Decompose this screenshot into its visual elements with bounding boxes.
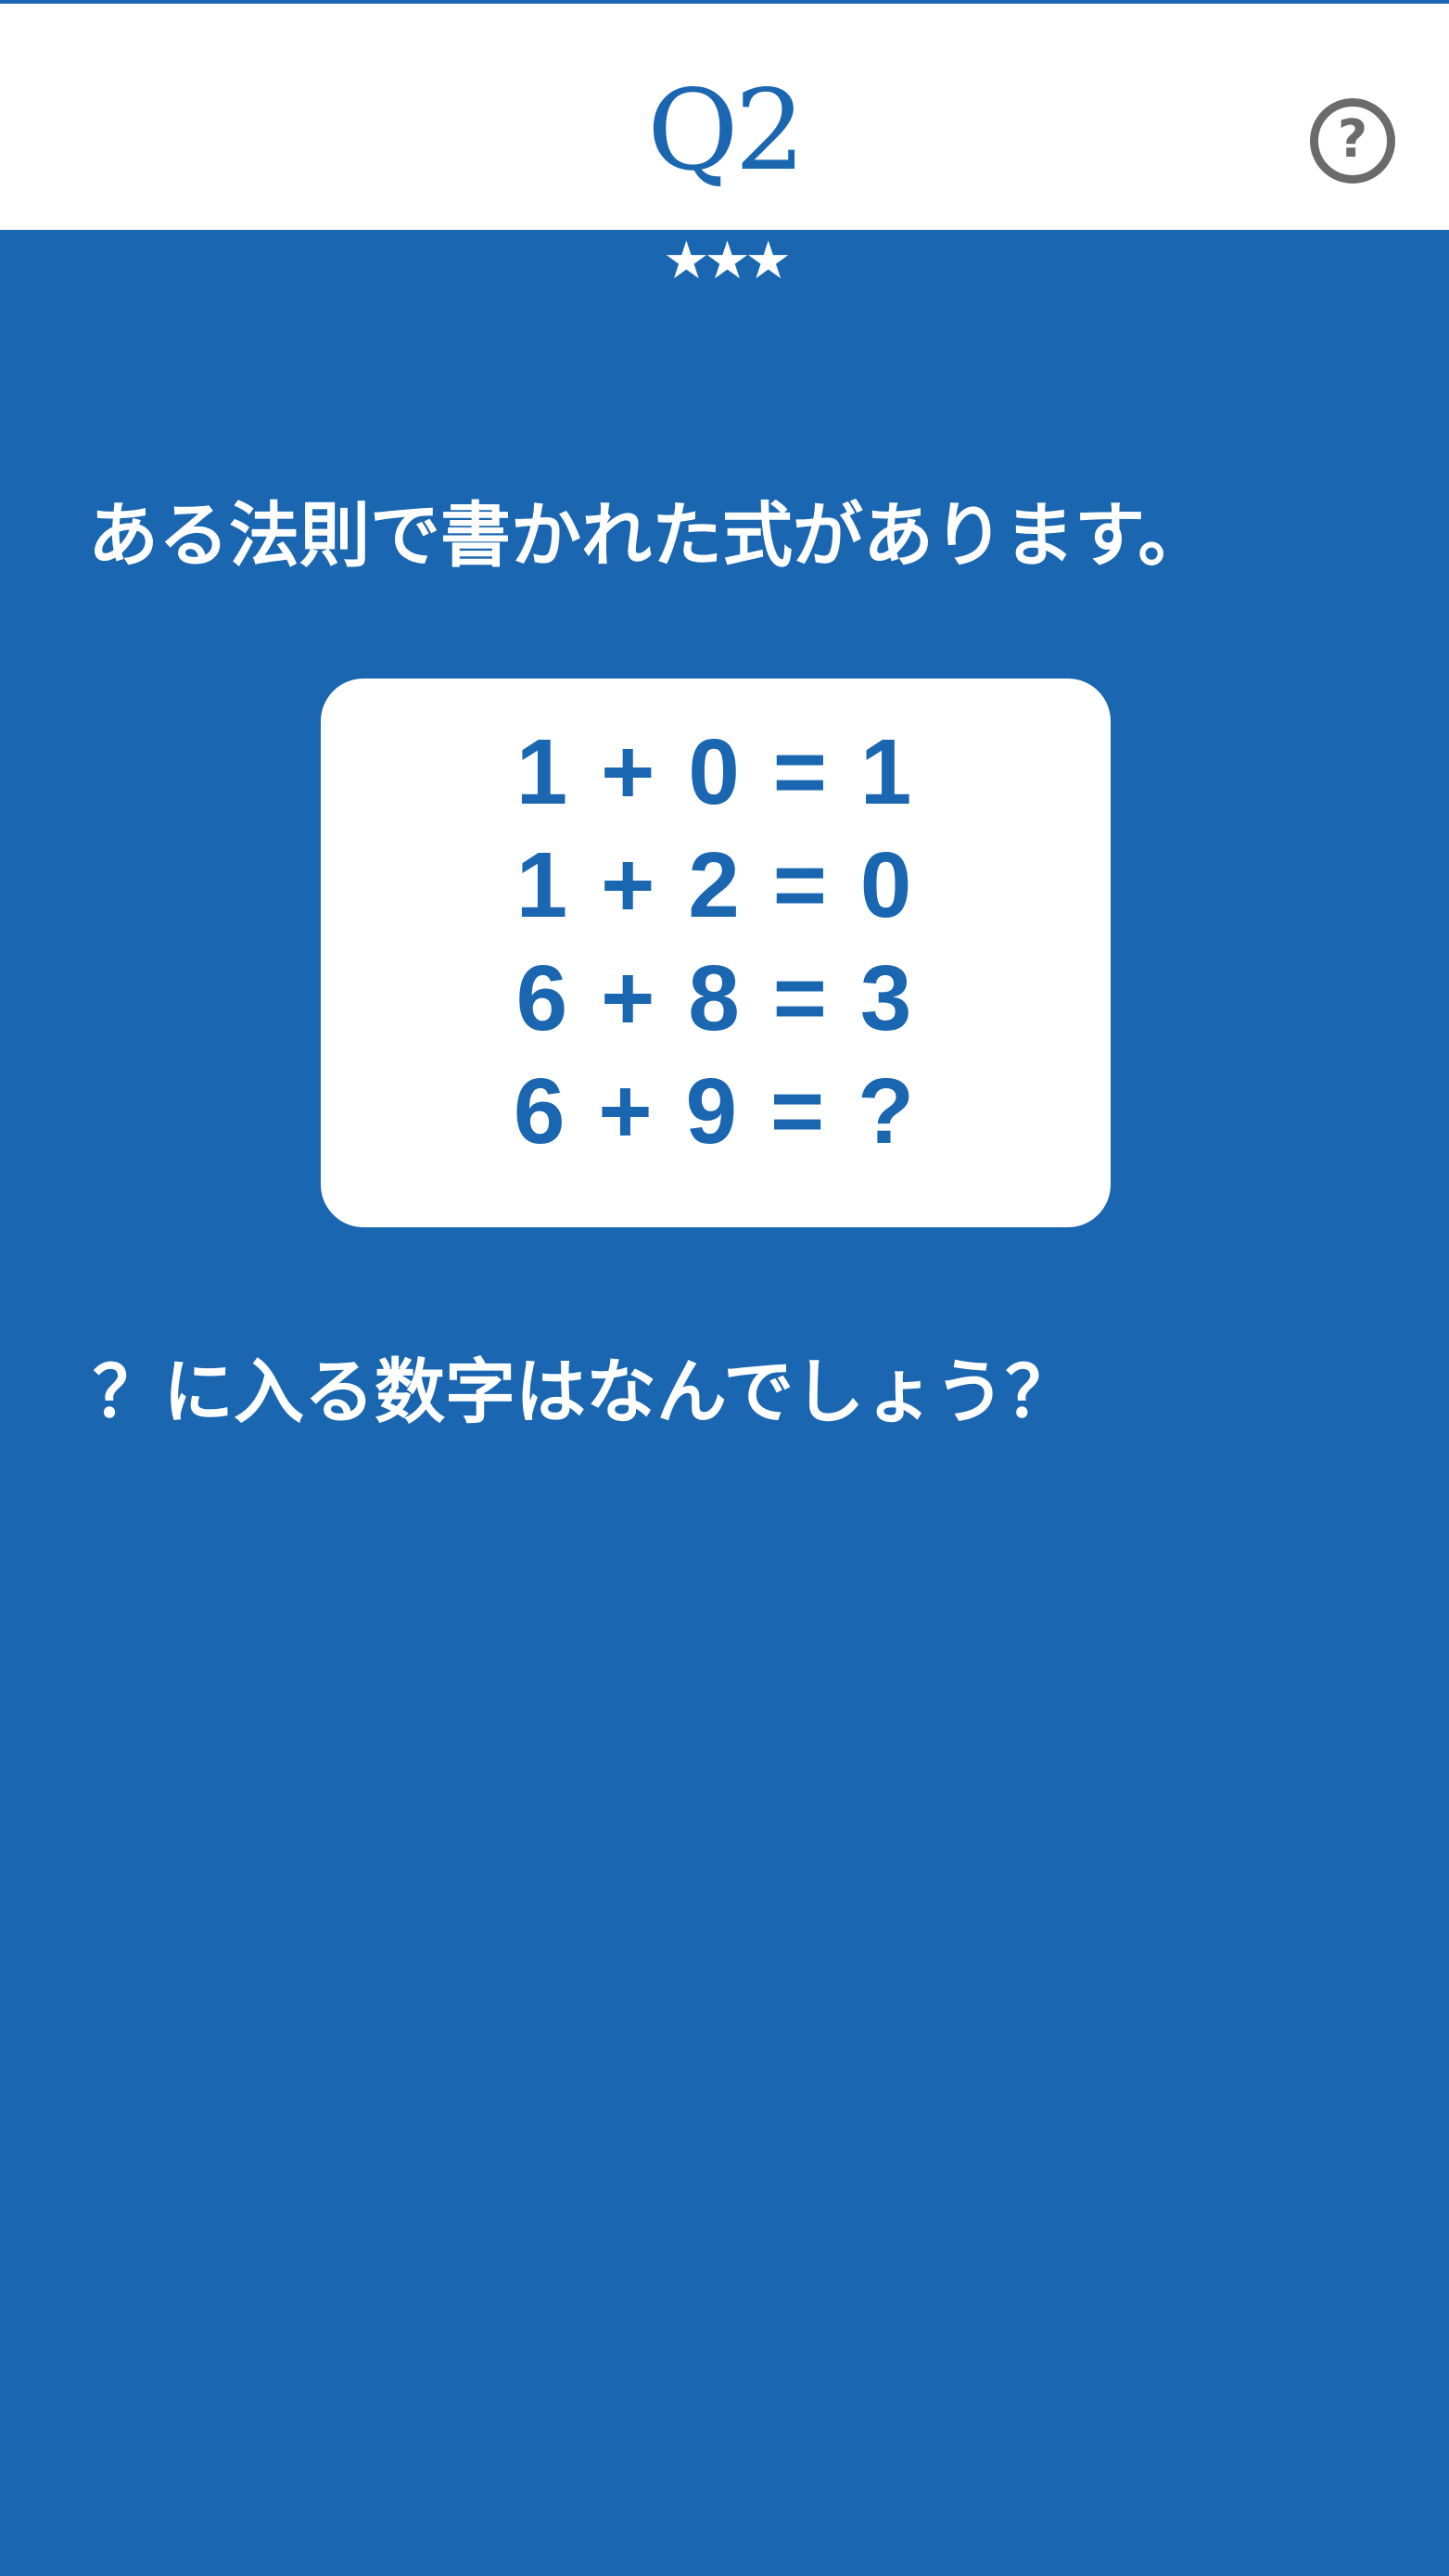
question-mark-icon: ? <box>1337 109 1368 170</box>
puzzle-intro-text: ある法則で書かれた式があります。 <box>88 494 1209 577</box>
equation-card: 1 + 0 = 1 1 + 2 = 0 6 + 8 = 3 6 + 9 = ? <box>321 679 1111 1227</box>
difficulty-stars: ★★★ <box>663 231 792 291</box>
quiz-screen: Q2 ? ★★★ ある法則で書かれた式があります。 1 + 0 = 1 1 + … <box>0 0 1449 2576</box>
header-bar: Q2 ? <box>0 0 1449 230</box>
equation-line-4: 6 + 9 = ? <box>513 1060 919 1163</box>
question-number-title: Q2 <box>647 67 806 196</box>
help-button[interactable]: ? <box>1310 98 1395 184</box>
equation-line-1: 1 + 0 = 1 <box>515 720 916 824</box>
equation-line-3: 6 + 8 = 3 <box>515 946 916 1050</box>
puzzle-question-text: ？に入る数字はなんでしょう？ <box>93 1351 1076 1433</box>
equation-line-2: 1 + 2 = 0 <box>515 833 916 937</box>
equation-list: 1 + 0 = 1 1 + 2 = 0 6 + 8 = 3 6 + 9 = ? <box>321 716 1111 1168</box>
